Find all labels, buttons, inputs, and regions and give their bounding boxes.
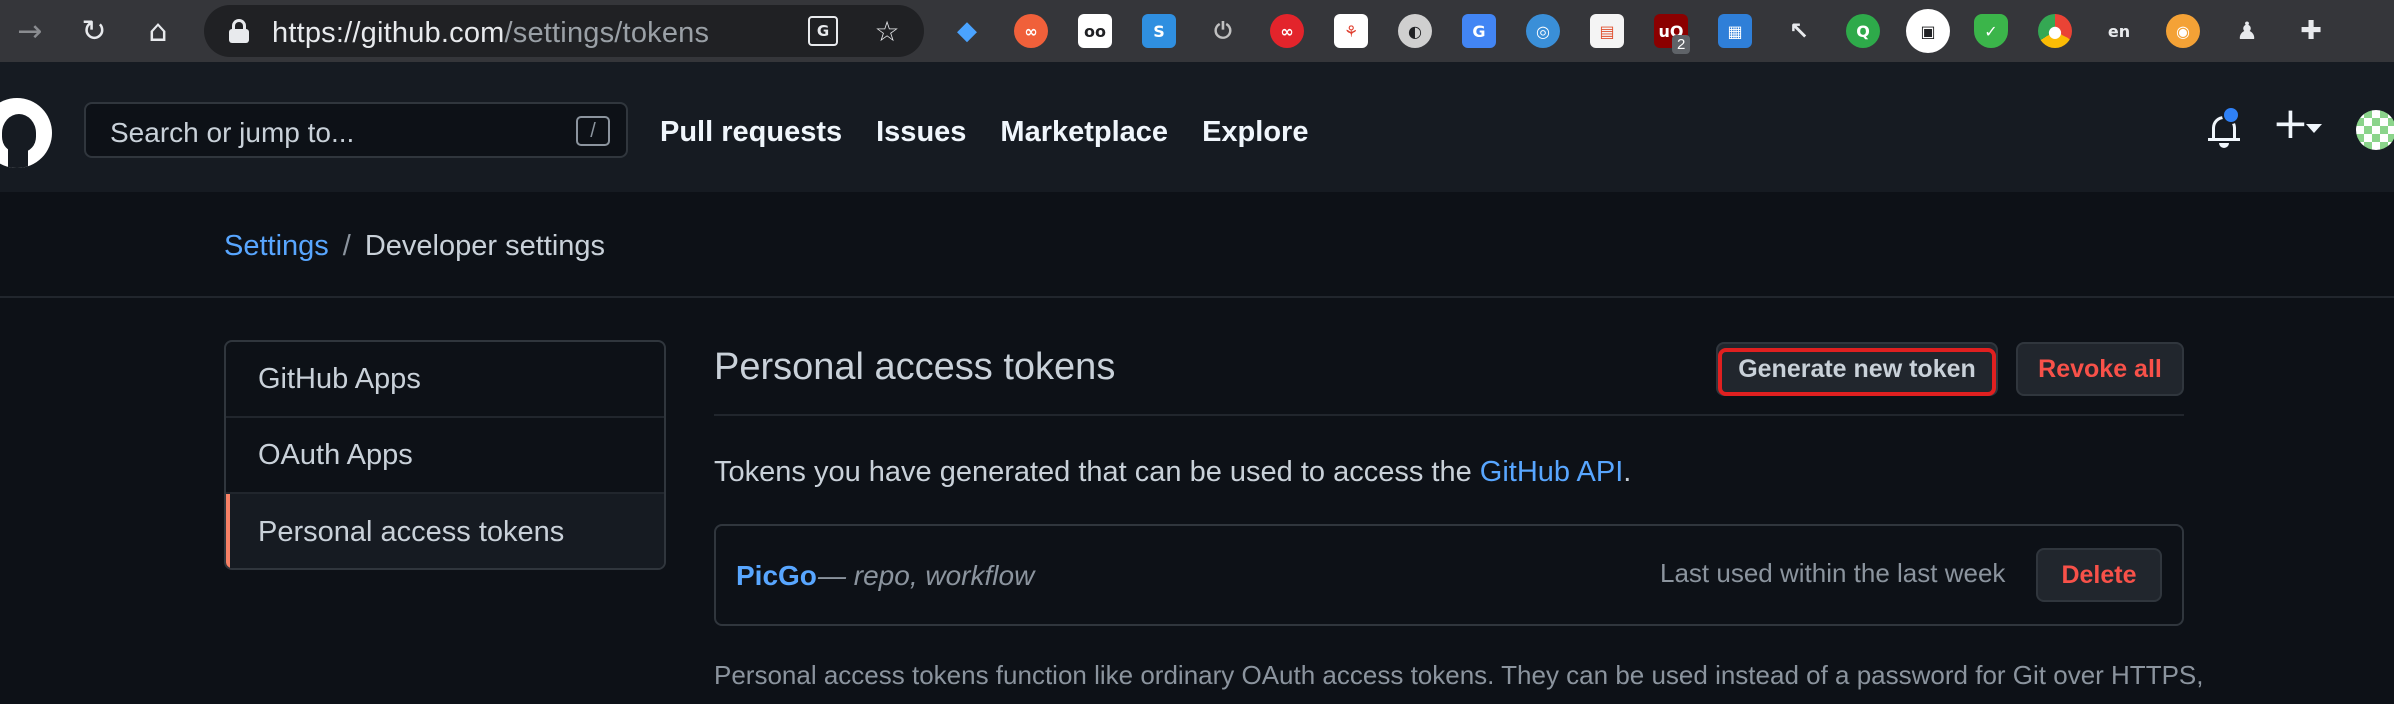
- token-list-item: PicGo — repo, workflow Last used within …: [714, 524, 2184, 626]
- extension-google-translate-icon[interactable]: G: [1462, 14, 1496, 48]
- github-logo-icon[interactable]: [0, 98, 52, 168]
- home-icon[interactable]: ⌂: [140, 13, 176, 49]
- extension-tree-icon[interactable]: ⚘: [1334, 14, 1368, 48]
- extension-infinity-icon[interactable]: ∞: [1014, 14, 1048, 48]
- back-arrow-icon[interactable]: →: [12, 13, 48, 49]
- sidebar-item-github-apps[interactable]: GitHub Apps: [226, 342, 664, 418]
- extension-diamond-icon[interactable]: ◆: [950, 14, 984, 48]
- address-bar[interactable]: https://github.com/settings/tokens G ☆: [204, 5, 924, 57]
- token-scopes: — repo, workflow: [818, 560, 1035, 591]
- extension-person-icon[interactable]: ♟: [2230, 14, 2264, 48]
- page-title: Personal access tokens: [714, 346, 1116, 388]
- title-divider: [714, 414, 2184, 416]
- github-header: Search or jump to... / Pull requests Iss…: [0, 62, 2394, 192]
- extension-search-icon[interactable]: Q: [1846, 14, 1880, 48]
- generate-new-token-button[interactable]: Generate new token: [1716, 342, 1998, 396]
- extension-window-icon[interactable]: ▦: [1718, 14, 1752, 48]
- extension-en-icon[interactable]: en: [2102, 14, 2136, 48]
- search-shortcut-key: /: [576, 116, 610, 146]
- url-text[interactable]: https://github.com/settings/tokens: [272, 17, 709, 50]
- github-api-link[interactable]: GitHub API: [1480, 456, 1623, 488]
- translate-icon[interactable]: G: [808, 16, 838, 46]
- nav-pull-requests[interactable]: Pull requests: [660, 116, 842, 149]
- nav-marketplace[interactable]: Marketplace: [1000, 116, 1168, 149]
- delete-token-button[interactable]: Delete: [2036, 548, 2162, 602]
- breadcrumb-separator: /: [342, 230, 351, 262]
- extension-note-icon[interactable]: ▤: [1590, 14, 1624, 48]
- extension-circle-icon[interactable]: ◐: [1398, 14, 1432, 48]
- extension-cursor-icon[interactable]: ↖: [1782, 14, 1816, 48]
- nav-issues[interactable]: Issues: [876, 116, 966, 149]
- create-new-plus-icon[interactable]: +: [2272, 102, 2309, 146]
- token-last-used: Last used within the last week: [1660, 558, 2006, 588]
- extension-swirl-icon[interactable]: ◎: [1526, 14, 1560, 48]
- extensions-puzzle-icon[interactable]: ✚: [2294, 14, 2328, 48]
- nav-explore[interactable]: Explore: [1202, 116, 1308, 149]
- breadcrumb-settings-link[interactable]: Settings: [224, 230, 329, 262]
- page-description: Tokens you have generated that can be us…: [714, 456, 1632, 488]
- lock-icon: [228, 19, 250, 43]
- extension-globe-icon[interactable]: ◉: [2166, 14, 2200, 48]
- sidebar-item-oauth-apps[interactable]: OAuth Apps: [226, 418, 664, 494]
- token-name-link[interactable]: PicGo: [736, 560, 817, 592]
- revoke-all-button[interactable]: Revoke all: [2016, 342, 2184, 396]
- notification-indicator: [2222, 106, 2240, 124]
- header-nav: Pull requests Issues Marketplace Explore: [660, 116, 1308, 149]
- extension-screenshot-icon[interactable]: ▣: [1906, 9, 1950, 53]
- extension-badge: 2: [1672, 35, 1691, 54]
- extension-shield-icon[interactable]: ✓: [1974, 14, 2008, 48]
- avatar[interactable]: [2356, 110, 2394, 150]
- sidebar-item-personal-access-tokens[interactable]: Personal access tokens: [226, 494, 664, 568]
- extension-glasses-icon[interactable]: oo: [1078, 14, 1112, 48]
- reload-icon[interactable]: ↻: [76, 13, 112, 49]
- settings-sidebar: GitHub Apps OAuth Apps Personal access t…: [224, 340, 666, 570]
- tokens-explanation-text: Personal access tokens function like ord…: [714, 660, 2204, 690]
- extension-chain-icon[interactable]: ∞: [1270, 14, 1304, 48]
- chevron-down-icon[interactable]: [2306, 124, 2322, 133]
- breadcrumb: Settings / Developer settings: [224, 230, 605, 263]
- search-input[interactable]: Search or jump to... /: [84, 102, 628, 158]
- bookmark-star-icon[interactable]: ☆: [872, 15, 902, 48]
- breadcrumb-current: Developer settings: [364, 230, 606, 262]
- extension-power-icon[interactable]: ⏻: [1206, 14, 1240, 48]
- breadcrumb-bar: Settings / Developer settings: [0, 192, 2394, 298]
- extension-chrome-icon[interactable]: ●: [2038, 14, 2072, 48]
- browser-toolbar: → ↻ ⌂ https://github.com/settings/tokens…: [0, 0, 2394, 62]
- extension-s-icon[interactable]: S: [1142, 14, 1176, 48]
